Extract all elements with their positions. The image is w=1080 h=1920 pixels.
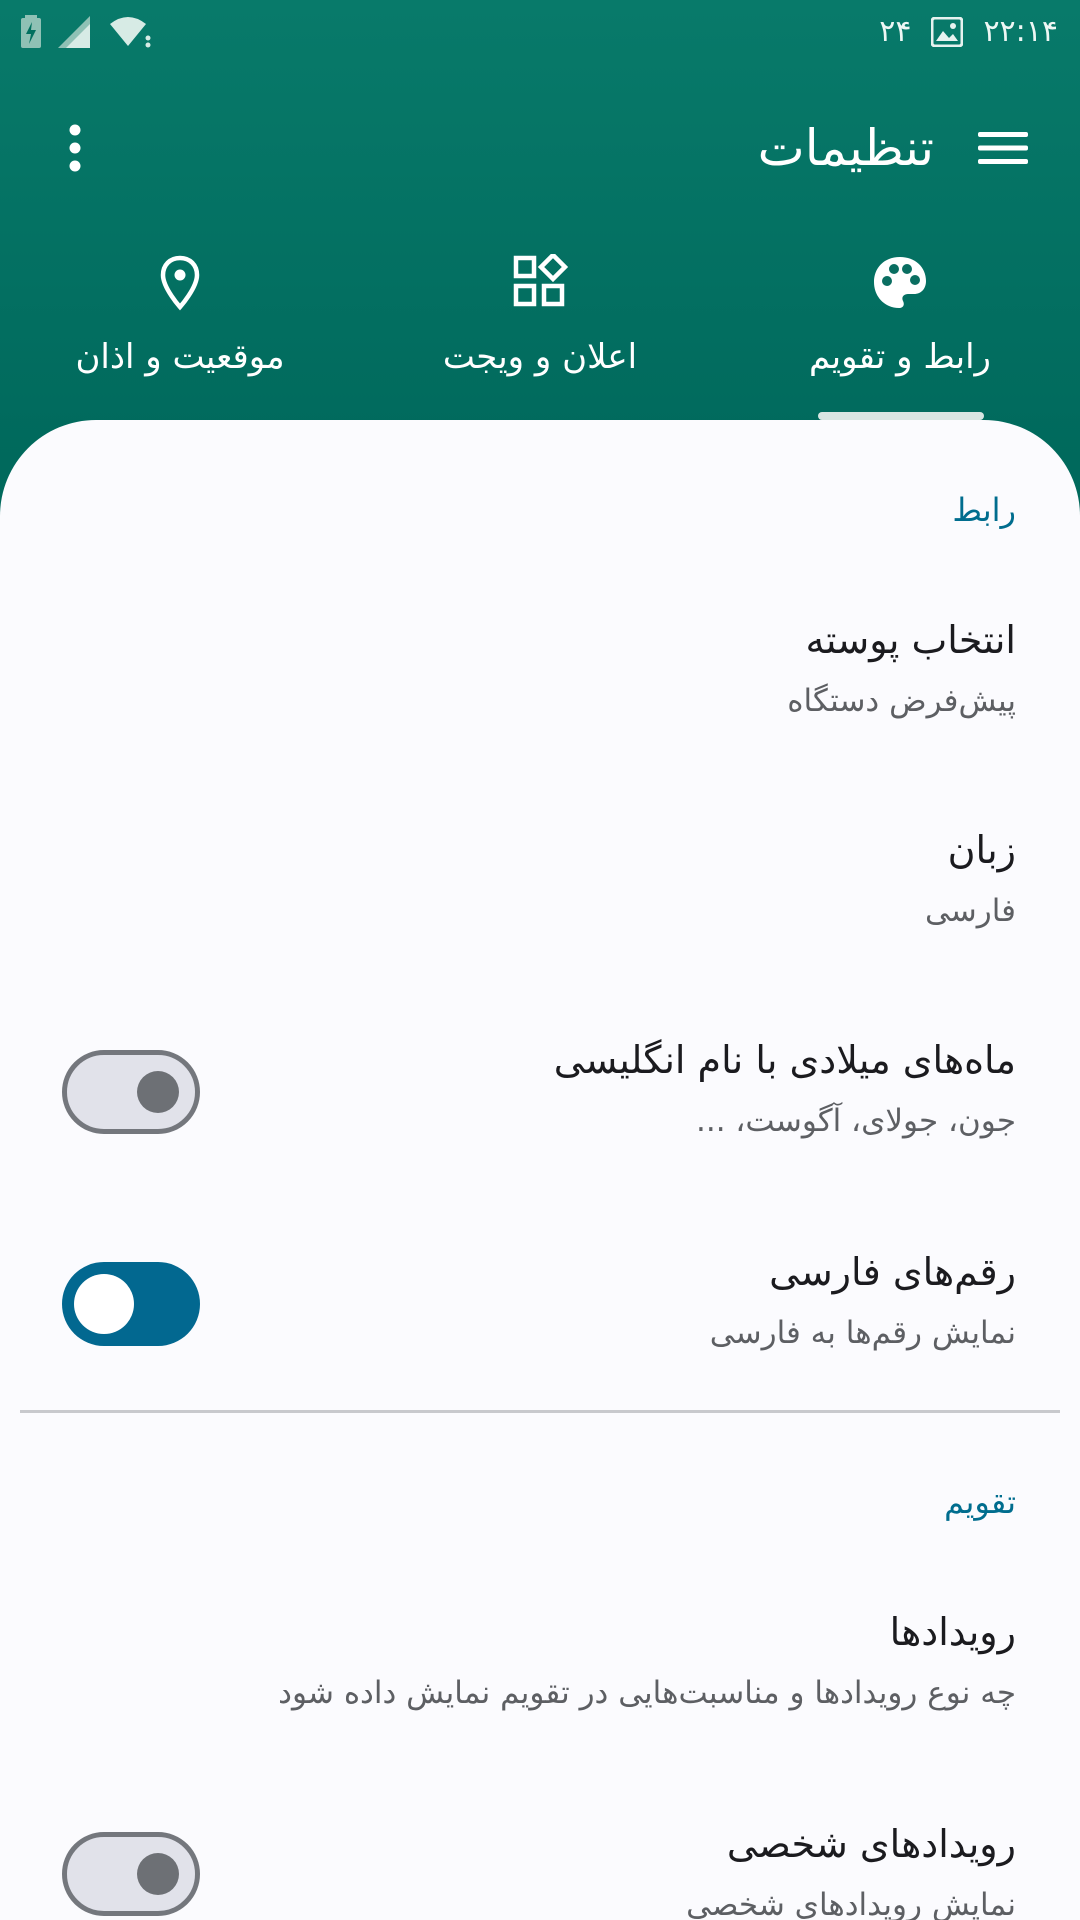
preference-title: رویدادهای شخصی (726, 1822, 1016, 1866)
tab-notification-widget[interactable]: اعلان و ویجت (360, 240, 720, 420)
preference-title: رقم‌های فارسی (769, 1250, 1016, 1294)
tab-label: موقعیت و اذان (75, 337, 285, 377)
status-bar: ۲۴ ۲۲:۱۴ (0, 0, 1080, 64)
settings-tabs: رابط و تقویم اعلان و ویجت موقعیت و اذان (0, 240, 1080, 420)
widgets-icon (512, 251, 569, 312)
section-divider (20, 1410, 1060, 1413)
events-preference[interactable]: رویدادها چه نوع رویدادها و مناسبت‌هایی د… (0, 1604, 1080, 1804)
more-vertical-icon (58, 124, 92, 178)
notification-count: ۲۴ (879, 14, 912, 49)
page-title: تنظیمات (757, 119, 934, 177)
preference-summary: نمایش رقم‌ها به فارسی (709, 1315, 1016, 1351)
tab-interface-calendar[interactable]: رابط و تقویم (720, 240, 1080, 420)
switch-thumb (137, 1071, 179, 1113)
personal-events-switch[interactable] (62, 1832, 200, 1916)
wifi-icon (108, 16, 152, 48)
settings-screen: ۲۴ ۲۲:۱۴ تنظیمات رابط و تقویم اعلان و وی… (0, 0, 1080, 1920)
section-header-interface: رابط (952, 491, 1016, 529)
preference-summary: فارسی (924, 893, 1016, 929)
switch-thumb (137, 1853, 179, 1895)
tab-label: رابط و تقویم (809, 337, 991, 377)
location-pin-icon (158, 254, 202, 312)
signal-icon (58, 16, 92, 48)
preference-title: انتخاب پوسته (805, 618, 1016, 662)
image-notification-icon (931, 17, 964, 47)
hamburger-menu-icon (976, 132, 1030, 176)
status-time: ۲۲:۱۴ (983, 14, 1058, 49)
tab-label: اعلان و ویجت (442, 337, 638, 377)
selected-tab-indicator (818, 412, 984, 420)
preference-summary: جون، جولای، آگوست، ... (695, 1103, 1016, 1139)
switch-thumb (74, 1274, 134, 1334)
settings-list: رابط انتخاب پوسته پیش‌فرض دستگاه زبان فا… (0, 420, 1080, 1920)
preference-title: زبان (947, 828, 1016, 872)
battery-charging-icon (20, 15, 42, 49)
persian-digits-switch[interactable] (62, 1262, 200, 1346)
english-month-names-switch[interactable] (62, 1050, 200, 1134)
top-app-bar: تنظیمات (0, 100, 1080, 196)
section-header-calendar: تقویم (944, 1483, 1016, 1521)
palette-icon (871, 254, 929, 312)
theme-preference[interactable]: انتخاب پوسته پیش‌فرض دستگاه (0, 612, 1080, 812)
language-preference[interactable]: زبان فارسی (0, 822, 1080, 1022)
preference-summary: نمایش رویدادهای شخصی (686, 1887, 1016, 1920)
preference-title: ماه‌های میلادی با نام انگلیسی (553, 1038, 1016, 1082)
tab-location-azan[interactable]: موقعیت و اذان (0, 240, 360, 420)
preference-title: رویدادها (889, 1610, 1016, 1654)
preference-summary: چه نوع رویدادها و مناسبت‌هایی در تقویم ن… (278, 1675, 1016, 1711)
overflow-menu-button[interactable] (58, 122, 92, 174)
navigation-drawer-button[interactable] (976, 124, 1030, 172)
preference-summary: پیش‌فرض دستگاه (787, 683, 1016, 719)
